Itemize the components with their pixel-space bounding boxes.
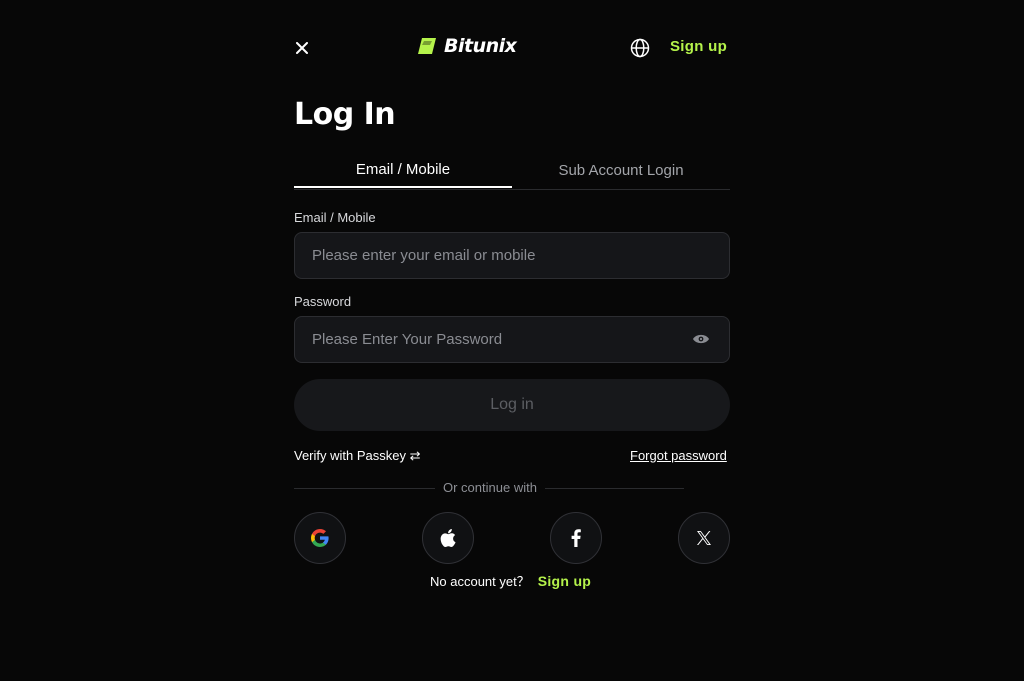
facebook-login-button[interactable] bbox=[550, 512, 602, 564]
brand-name: Bitunix bbox=[444, 35, 517, 57]
signup-prompt: No account yet？ Sign up bbox=[430, 571, 591, 590]
password-field-label: Password bbox=[294, 294, 352, 309]
login-tabs: Email / Mobile Sub Account Login bbox=[294, 158, 730, 190]
tab-email-mobile[interactable]: Email / Mobile bbox=[294, 158, 512, 188]
password-input[interactable] bbox=[310, 330, 674, 349]
brand-logo[interactable]: Bitunix bbox=[416, 34, 517, 58]
google-icon bbox=[311, 529, 329, 547]
forgot-password-link[interactable]: Forgot password bbox=[630, 448, 727, 463]
page-title: Log In bbox=[294, 97, 396, 132]
verify-passkey-link[interactable]: Verify with Passkey ⇄ bbox=[294, 448, 421, 464]
close-icon[interactable] bbox=[292, 38, 312, 58]
signup-link-footer[interactable]: Sign up bbox=[538, 573, 591, 589]
password-field-container bbox=[294, 316, 730, 363]
apple-icon bbox=[440, 529, 456, 547]
apple-login-button[interactable] bbox=[422, 512, 474, 564]
show-password-eye-icon[interactable] bbox=[691, 331, 711, 347]
login-button[interactable]: Log in bbox=[294, 379, 730, 431]
globe-icon[interactable] bbox=[629, 37, 651, 59]
no-account-text: No account yet？ bbox=[430, 574, 530, 589]
x-icon bbox=[697, 531, 711, 545]
login-page: Bitunix Sign up Log In Email / Mobile Su… bbox=[0, 0, 1024, 681]
x-login-button[interactable] bbox=[678, 512, 730, 564]
signup-link-header[interactable]: Sign up bbox=[670, 38, 727, 55]
email-input[interactable] bbox=[310, 246, 674, 265]
email-field-container bbox=[294, 232, 730, 279]
facebook-icon bbox=[571, 529, 581, 547]
divider-line-right bbox=[545, 488, 684, 489]
email-field-label: Email / Mobile bbox=[294, 210, 376, 225]
bitunix-logo-icon bbox=[418, 38, 436, 54]
google-login-button[interactable] bbox=[294, 512, 346, 564]
tab-sub-account-login[interactable]: Sub Account Login bbox=[512, 159, 730, 189]
divider-text: Or continue with bbox=[443, 480, 537, 495]
divider-line-left bbox=[294, 488, 435, 489]
